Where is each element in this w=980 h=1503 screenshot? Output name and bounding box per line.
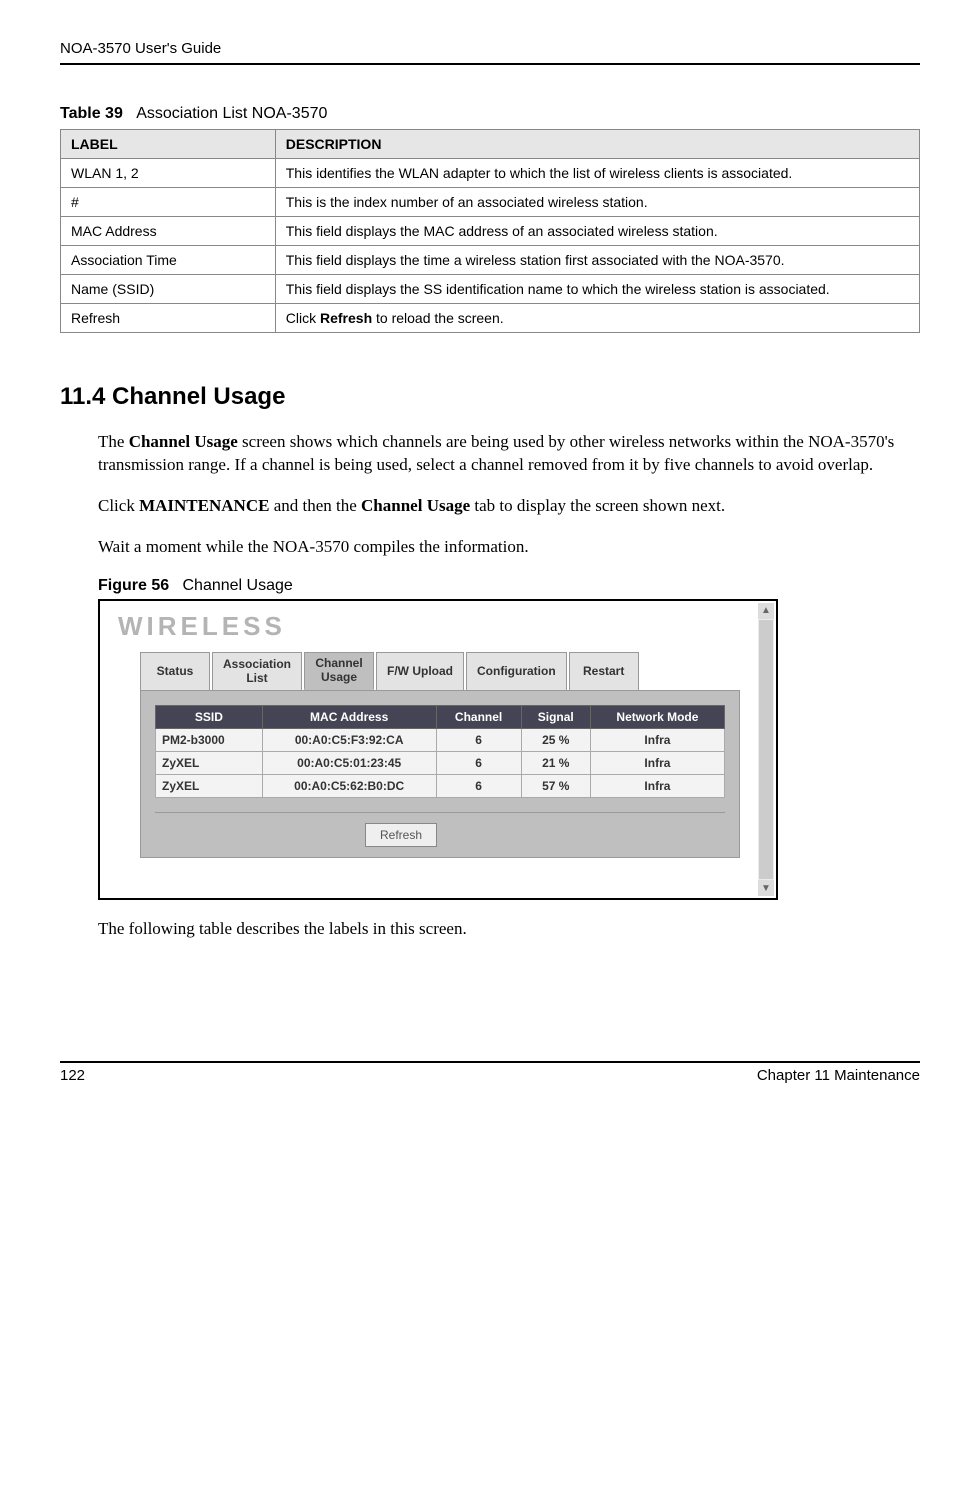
tab-association-list[interactable]: AssociationList	[212, 652, 302, 691]
p1-pre: The	[98, 432, 129, 451]
cell-label: Refresh	[61, 304, 276, 333]
table39-caption-num: Table 39	[60, 105, 123, 122]
tab-status[interactable]: Status	[140, 652, 210, 691]
cell-label: WLAN 1, 2	[61, 159, 276, 188]
cell-desc: This field displays the time a wireless …	[275, 246, 919, 275]
cell-channel: 6	[436, 729, 521, 752]
wireless-brand: WIRELESS	[100, 601, 776, 652]
figure-screenshot: WIRELESS Status AssociationList ChannelU…	[98, 599, 778, 901]
paragraph: Wait a moment while the NOA-3570 compile…	[98, 536, 920, 559]
cell-desc: This field displays the MAC address of a…	[275, 217, 919, 246]
tab-config-label: Configuration	[477, 665, 556, 679]
paragraph: Click MAINTENANCE and then the Channel U…	[98, 495, 920, 518]
tab-status-label: Status	[151, 665, 199, 679]
cell-mac: 00:A0:C5:01:23:45	[262, 752, 436, 775]
cell-label: MAC Address	[61, 217, 276, 246]
table-row: PM2-b3000 00:A0:C5:F3:92:CA 6 25 % Infra	[156, 729, 725, 752]
paragraph: The Channel Usage screen shows which cha…	[98, 431, 920, 477]
running-header: NOA-3570 User's Guide	[60, 40, 920, 57]
table-row: WLAN 1, 2 This identifies the WLAN adapt…	[61, 159, 920, 188]
col-mac: MAC Address	[262, 706, 436, 729]
figure56-caption-num: Figure 56	[98, 577, 169, 594]
tab-channel-usage[interactable]: ChannelUsage	[304, 652, 374, 691]
tab-configuration[interactable]: Configuration	[466, 652, 567, 691]
scroll-thumb[interactable]	[759, 620, 773, 880]
scrollbar[interactable]: ▲ ▼	[758, 603, 774, 897]
table-row: ZyXEL 00:A0:C5:62:B0:DC 6 57 % Infra	[156, 775, 725, 798]
p1-bold: Channel Usage	[129, 432, 238, 451]
cell-mac: 00:A0:C5:F3:92:CA	[262, 729, 436, 752]
scroll-up-icon[interactable]: ▲	[758, 603, 774, 619]
tab-restart[interactable]: Restart	[569, 652, 639, 691]
tab-restart-label: Restart	[580, 665, 628, 679]
divider	[155, 812, 725, 813]
cell-desc-pre: Click	[286, 310, 320, 326]
page-number: 122	[60, 1067, 85, 1084]
table-row: # This is the index number of an associa…	[61, 188, 920, 217]
footer: 122 Chapter 11 Maintenance	[60, 1061, 920, 1084]
cell-desc: This field displays the SS identificatio…	[275, 275, 919, 304]
tabs-row: Status AssociationList ChannelUsage F/W …	[140, 652, 740, 692]
cell-ssid: ZyXEL	[156, 752, 263, 775]
cell-mode: Infra	[590, 775, 724, 798]
cell-channel: 6	[436, 752, 521, 775]
p2-bold1: MAINTENANCE	[139, 496, 269, 515]
figure56-caption: Figure 56 Channel Usage	[98, 577, 920, 595]
cell-desc: Click Refresh to reload the screen.	[275, 304, 919, 333]
tab-assoc-line1: Association	[223, 658, 291, 672]
col-ssid: SSID	[156, 706, 263, 729]
cell-mode: Infra	[590, 752, 724, 775]
tab-fw-label: F/W Upload	[387, 665, 453, 679]
cell-desc-post: to reload the screen.	[372, 310, 504, 326]
table39-header-desc: DESCRIPTION	[275, 130, 919, 159]
cell-ssid: PM2-b3000	[156, 729, 263, 752]
cell-signal: 57 %	[521, 775, 590, 798]
scroll-down-icon[interactable]: ▼	[758, 880, 774, 896]
channel-usage-table: SSID MAC Address Channel Signal Network …	[155, 705, 725, 798]
chapter-label: Chapter 11 Maintenance	[757, 1067, 920, 1084]
p2-bold2: Channel Usage	[361, 496, 470, 515]
tab-chan-line1: Channel	[315, 657, 363, 671]
col-mode: Network Mode	[590, 706, 724, 729]
cell-mode: Infra	[590, 729, 724, 752]
col-signal: Signal	[521, 706, 590, 729]
cell-signal: 21 %	[521, 752, 590, 775]
cell-label: Association Time	[61, 246, 276, 275]
table-row: ZyXEL 00:A0:C5:01:23:45 6 21 % Infra	[156, 752, 725, 775]
cell-label: Name (SSID)	[61, 275, 276, 304]
cell-desc: This is the index number of an associate…	[275, 188, 919, 217]
cell-signal: 25 %	[521, 729, 590, 752]
p2-post: tab to display the screen shown next.	[470, 496, 725, 515]
header-rule	[60, 63, 920, 65]
table39-caption-text: Association List NOA-3570	[136, 105, 327, 122]
table39-header-label: LABEL	[61, 130, 276, 159]
figure56-caption-text: Channel Usage	[182, 577, 292, 594]
tab-chan-line2: Usage	[315, 671, 363, 685]
footer-rule	[60, 1061, 920, 1063]
p2-pre: Click	[98, 496, 139, 515]
table-row: Refresh Click Refresh to reload the scre…	[61, 304, 920, 333]
table-row: Name (SSID) This field displays the SS i…	[61, 275, 920, 304]
cell-ssid: ZyXEL	[156, 775, 263, 798]
table39-caption: Table 39 Association List NOA-3570	[60, 105, 920, 123]
refresh-button[interactable]: Refresh	[365, 823, 437, 847]
cell-mac: 00:A0:C5:62:B0:DC	[262, 775, 436, 798]
p2-mid: and then the	[269, 496, 361, 515]
table39: LABEL DESCRIPTION WLAN 1, 2 This identif…	[60, 129, 920, 333]
cell-label: #	[61, 188, 276, 217]
table-row: MAC Address This field displays the MAC …	[61, 217, 920, 246]
section-heading: 11.4 Channel Usage	[60, 383, 920, 411]
cell-desc: This identifies the WLAN adapter to whic…	[275, 159, 919, 188]
channel-usage-panel: SSID MAC Address Channel Signal Network …	[140, 691, 740, 858]
table-row: Association Time This field displays the…	[61, 246, 920, 275]
tab-assoc-line2: List	[223, 672, 291, 686]
tab-fw-upload[interactable]: F/W Upload	[376, 652, 464, 691]
paragraph: The following table describes the labels…	[98, 918, 920, 941]
col-channel: Channel	[436, 706, 521, 729]
cell-desc-bold: Refresh	[320, 310, 372, 326]
cell-channel: 6	[436, 775, 521, 798]
